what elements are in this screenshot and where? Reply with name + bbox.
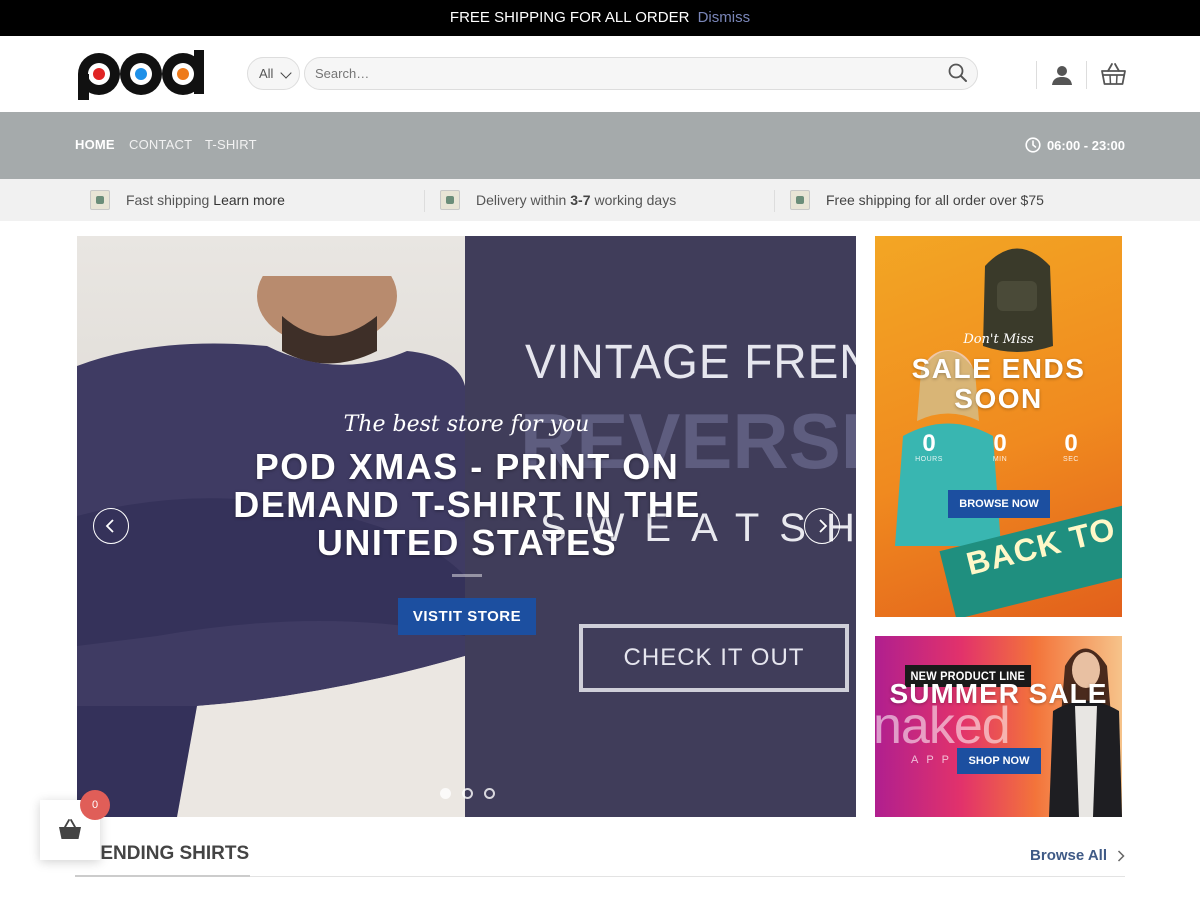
countdown-value: 0 xyxy=(922,430,936,457)
dismiss-link[interactable]: Dismiss xyxy=(698,9,751,26)
search-input[interactable] xyxy=(304,57,978,90)
browse-all-link[interactable]: Browse All xyxy=(1030,847,1125,864)
clock-icon xyxy=(1025,137,1041,153)
slider-dots xyxy=(440,788,495,799)
countdown-label: HOURS xyxy=(915,456,943,463)
slider-dot[interactable] xyxy=(440,788,451,799)
slider-dot[interactable] xyxy=(484,788,495,799)
info-item-delivery: Delivery within 3-7 working days xyxy=(440,179,676,221)
announcement-bar: FREE SHIPPING FOR ALL ORDER Dismiss xyxy=(0,0,1200,36)
category-select[interactable]: All xyxy=(247,57,300,90)
woman-image xyxy=(1049,648,1122,817)
info-divider xyxy=(774,190,775,212)
chevron-down-icon xyxy=(280,67,292,79)
countdown-hours: 0 HOURS xyxy=(910,430,948,464)
chevron-right-icon xyxy=(819,519,828,533)
countdown-minutes: 0 MIN xyxy=(981,430,1019,464)
slider-prev-button[interactable] xyxy=(93,508,129,544)
opening-hours-text: 06:00 - 23:00 xyxy=(1046,137,1125,153)
summer-banner[interactable]: naked APP NEW PRODUCT LINE SUMMER SALE S… xyxy=(875,636,1122,817)
info-item-free-shipping-text: Free shipping for all order over $75 xyxy=(826,192,1044,208)
cart-count-badge: 0 xyxy=(80,790,110,820)
chevron-left-icon xyxy=(105,519,114,533)
search-bar: All xyxy=(247,57,978,90)
chevron-right-icon xyxy=(1117,849,1125,862)
info-item-free-shipping: Free shipping for all order over $75 xyxy=(790,179,1044,221)
nav-item-tshirt[interactable]: T-SHIRT xyxy=(205,137,257,152)
site-header: All xyxy=(0,36,1200,112)
search-icon[interactable] xyxy=(948,63,968,83)
countdown-label: MIN xyxy=(992,456,1008,463)
header-divider xyxy=(1036,61,1037,89)
stamp-icon xyxy=(90,190,110,210)
user-icon[interactable] xyxy=(1051,64,1073,86)
browse-now-button[interactable]: BROWSE NOW xyxy=(948,490,1050,518)
sale-banner-subtitle: Don't Miss xyxy=(963,332,1034,347)
countdown-value: 0 xyxy=(1064,430,1078,457)
basket-icon xyxy=(59,819,81,839)
countdown-value: 0 xyxy=(993,430,1007,457)
hero-tagline: The best store for you xyxy=(343,412,590,437)
stamp-icon xyxy=(790,190,810,210)
learn-more-link[interactable]: Learn more xyxy=(213,192,285,208)
browse-all-label: Browse All xyxy=(1030,847,1107,864)
summer-banner-title: SUMMER SALE xyxy=(889,678,1108,709)
countdown-seconds: 0 SEC xyxy=(1052,430,1090,464)
sale-banner-title: SALE ENDS SOON xyxy=(911,353,1086,414)
info-item-shipping-text: Fast shipping xyxy=(126,192,210,208)
info-item-delivery-days: 3-7 xyxy=(570,192,591,208)
slide-caption: The best store for you POD XMAS - PRINT … xyxy=(77,236,856,817)
slider-dot[interactable] xyxy=(462,788,473,799)
countdown-timer: 0 HOURS 0 MIN 0 SEC xyxy=(910,430,1090,464)
announcement-text: FREE SHIPPING FOR ALL ORDER xyxy=(449,9,690,26)
countdown-label: SEC xyxy=(1063,456,1079,463)
info-bar: Fast shipping Learn more Delivery within… xyxy=(0,179,1200,221)
pod-logo[interactable] xyxy=(75,48,210,100)
hero-divider xyxy=(452,574,482,577)
hero-slider: VINTAGE FRENCH TER REVERSIBLE SWEATSHIR … xyxy=(77,236,856,817)
info-item-delivery-post: working days xyxy=(594,192,677,208)
opening-hours: 06:00 - 23:00 xyxy=(1025,137,1125,153)
section-title: TRENDING SHIRTS xyxy=(75,843,250,864)
stamp-icon xyxy=(440,190,460,210)
hero-headline: POD XMAS - PRINT ON DEMAND T-SHIRT IN TH… xyxy=(233,446,701,563)
slider-next-button[interactable] xyxy=(804,508,840,544)
header-divider xyxy=(1086,61,1087,89)
main-nav: HOME CONTACT T-SHIRT 06:00 - 23:00 xyxy=(0,112,1200,179)
shop-now-button[interactable]: SHOP NOW xyxy=(957,748,1041,774)
brand-background-subtext: APP xyxy=(911,754,958,766)
info-item-delivery-pre: Delivery within xyxy=(476,192,567,208)
section-title-underline xyxy=(75,875,250,877)
info-item-shipping: Fast shipping Learn more xyxy=(90,179,285,221)
basket-icon[interactable] xyxy=(1101,62,1126,86)
sale-banner[interactable]: BACK TO Don't Miss SALE ENDS SOON 0 HOUR… xyxy=(875,236,1122,617)
info-divider xyxy=(424,190,425,212)
visit-store-button[interactable]: VISTIT STORE xyxy=(398,598,536,635)
nav-item-home[interactable]: HOME xyxy=(75,137,115,152)
category-select-value: All xyxy=(259,66,274,81)
nav-item-contact[interactable]: CONTACT xyxy=(129,137,192,152)
